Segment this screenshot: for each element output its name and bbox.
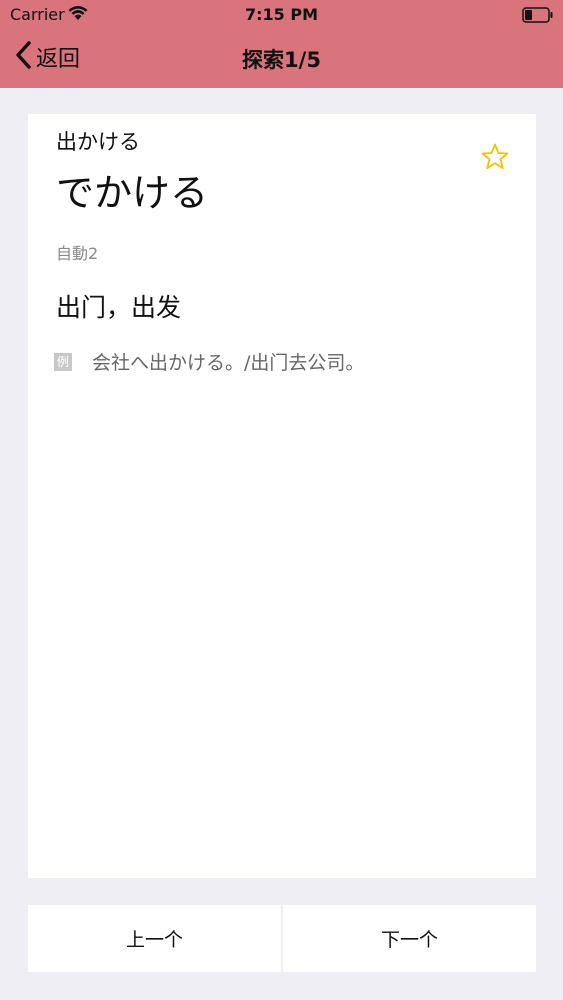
word-kana: でかける [56, 171, 209, 215]
example-text: 会社へ出かける。/出门去公司。 [92, 352, 365, 374]
example-sentence: 例 会社へ出かける。/出门去公司。 [54, 348, 364, 375]
battery-icon [522, 7, 554, 27]
example-badge: 例 [54, 352, 72, 371]
word-meaning: 出门，出发 [56, 293, 182, 322]
word-card: 出かける でかける 自動2 出门，出发 例 会社へ出かける。/出门去公司。 [28, 114, 536, 878]
next-button[interactable]: 下一个 [283, 905, 536, 972]
status-time: 7:15 PM [244, 5, 318, 24]
favorite-star-icon[interactable] [480, 142, 510, 172]
part-of-speech: 自動2 [56, 244, 99, 263]
status-bar: Carrier 7:15 PM [0, 0, 563, 30]
top-bar: Carrier 7:15 PM 返回 探索1/5 [0, 0, 563, 88]
pager-buttons: 上一个 下一个 [28, 905, 536, 972]
previous-button[interactable]: 上一个 [28, 905, 281, 972]
page-title: 探索1/5 [242, 48, 321, 72]
navigation-bar: 返回 探索1/5 [0, 34, 563, 80]
word-kanji: 出かける [56, 130, 140, 154]
